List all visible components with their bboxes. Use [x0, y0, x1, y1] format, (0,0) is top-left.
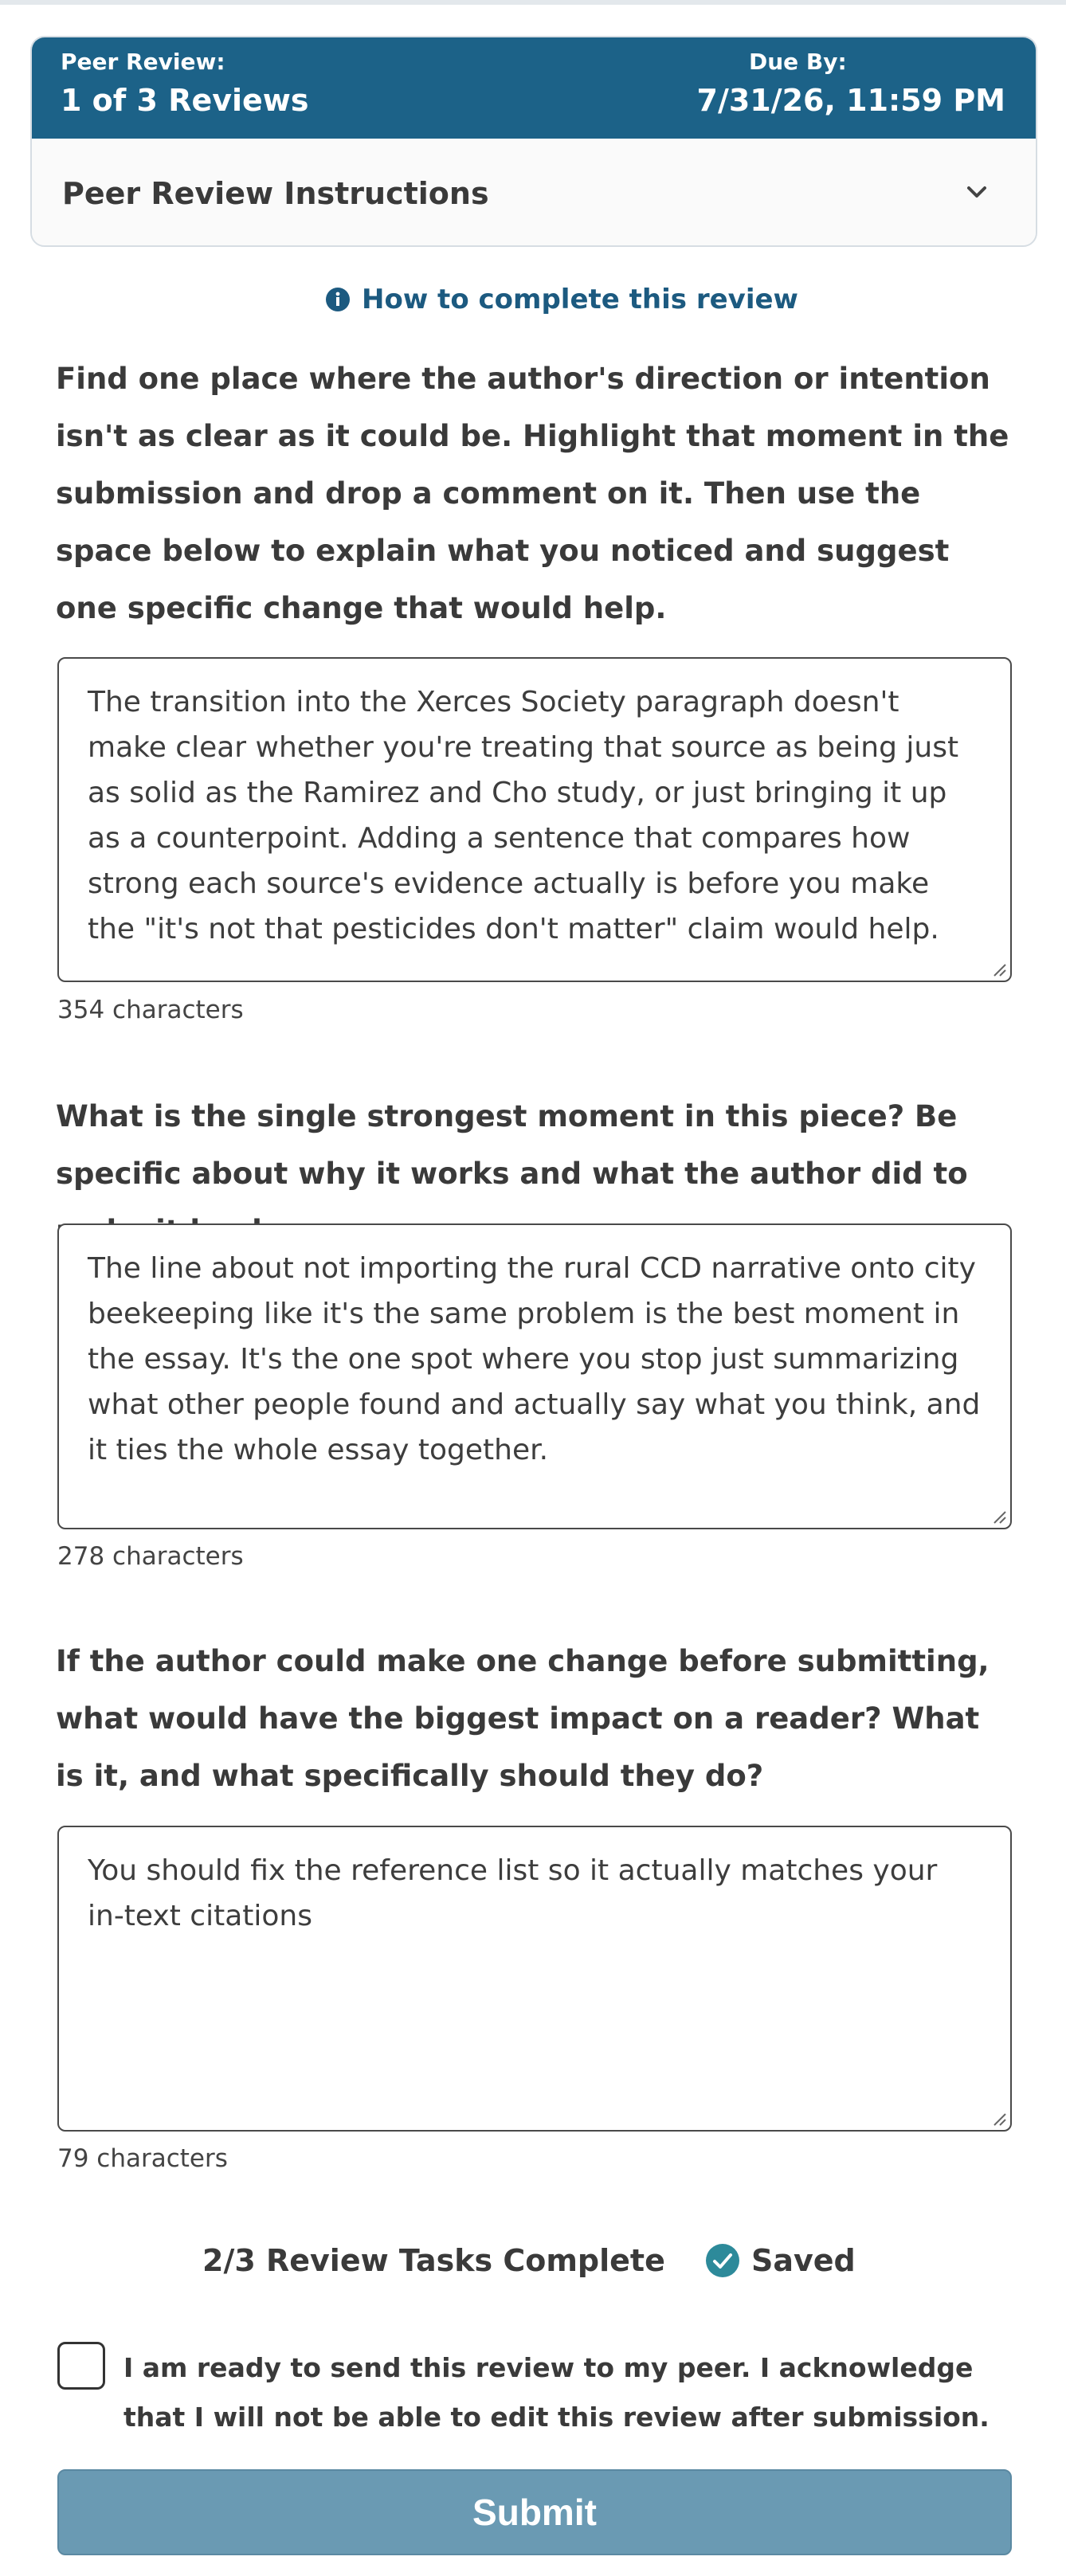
submit-button[interactable]: Submit: [57, 2469, 1012, 2555]
review-header-card: Peer Review: 1 of 3 Reviews Due By: 7/31…: [30, 36, 1037, 247]
top-divider: [0, 0, 1066, 5]
question-3-answer-text: You should fix the reference list so it …: [88, 1854, 938, 1932]
review-count-label: Peer Review:: [61, 49, 225, 75]
resize-handle-icon[interactable]: [990, 2109, 1007, 2127]
question-1-prompt: Find one place where the author's direct…: [56, 362, 1009, 625]
review-count-value: 1 of 3 Reviews: [61, 83, 309, 118]
question-2-char-count: 278 characters: [57, 1542, 244, 1571]
acknowledge-checkbox[interactable]: [57, 2342, 105, 2390]
info-icon: [326, 288, 350, 311]
acknowledge-label: I am ready to send this review to my pee…: [123, 2352, 990, 2433]
instructions-title: Peer Review Instructions: [62, 176, 489, 211]
question-3-answer[interactable]: You should fix the reference list so it …: [57, 1826, 1012, 2132]
resize-handle-icon[interactable]: [990, 1507, 1007, 1525]
instructions-accordion[interactable]: Peer Review Instructions: [32, 139, 1036, 245]
saved-status: Saved: [705, 2237, 856, 2284]
question-2-answer[interactable]: The line about not importing the rural C…: [57, 1223, 1012, 1529]
due-value: 7/31/26, 11:59 PM: [696, 83, 1005, 118]
question-1-char-count: 354 characters: [57, 996, 244, 1024]
question-1-answer[interactable]: The transition into the Xerces Society p…: [57, 657, 1012, 982]
review-header-bar: Peer Review: 1 of 3 Reviews Due By: 7/31…: [32, 37, 1036, 139]
due-label: Due By:: [749, 49, 847, 75]
tasks-complete-status: 2/3 Review Tasks Complete: [202, 2243, 665, 2278]
check-circle-icon: [706, 2244, 739, 2277]
question-2-answer-text: The line about not importing the rural C…: [88, 1252, 981, 1466]
question-3-char-count: 79 characters: [57, 2144, 228, 2173]
how-to-complete-text: How to complete this review: [362, 284, 798, 315]
question-1-answer-text: The transition into the Xerces Society p…: [88, 686, 959, 945]
chevron-down-icon[interactable]: [966, 183, 988, 201]
how-to-complete-link[interactable]: How to complete this review: [325, 280, 798, 319]
resize-handle-icon[interactable]: [990, 960, 1007, 977]
saved-label: Saved: [751, 2243, 856, 2278]
question-3-prompt: If the author could make one change befo…: [56, 1644, 990, 1793]
